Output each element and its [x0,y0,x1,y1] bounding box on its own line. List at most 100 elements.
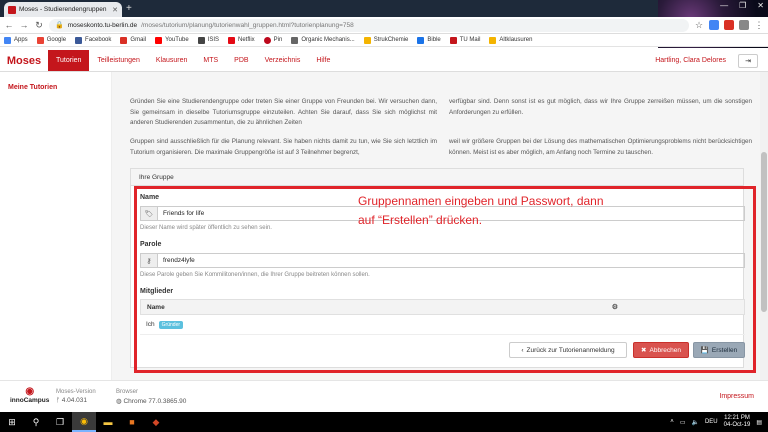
task-view-icon[interactable]: ❐ [48,412,72,432]
pinterest-icon [263,36,271,44]
bookmark-apps[interactable]: Apps [4,36,28,44]
extension-icon[interactable] [709,20,719,30]
browser-info: Browser ◍ Chrome 77.0.3865.90 [116,389,186,405]
youtube-icon [155,36,163,44]
sidebar-item-meine-tutorien[interactable]: Meine Tutorien [0,72,111,103]
netflix-icon [228,36,235,44]
bookmark-strukchemie[interactable]: StrukChemie [363,36,408,44]
sidebar: Meine Tutorien [0,72,112,380]
menu-kebab-icon[interactable]: ⋮ [754,20,764,31]
windows-taskbar: ⊞ ⚲ ❐ ◉ ▬ ■ ◆ ˄ ▭ 🔈 DEU 12:21 PM 04-Oct-… [0,412,768,432]
system-tray: ˄ ▭ 🔈 DEU 12:21 PM 04-Oct-19 ▤ [670,415,768,430]
annotation-text: Gruppennamen eingeben und Passwort, dann… [358,192,658,230]
tu-mail-icon [449,36,457,44]
extension-icon[interactable] [724,20,734,30]
apps-grid-icon [4,36,11,44]
intro-paragraph-2-left: Gruppen sind ausschließlich für die Plan… [130,138,437,156]
close-window-icon[interactable]: ✕ [757,1,764,10]
innocampus-logo-text: innoCampus [10,397,50,404]
bookmark-google[interactable]: Google [36,36,66,44]
facebook-icon [75,36,83,44]
panel-title: Ihre Gruppe [131,169,743,186]
footer: ◉ innoCampus Moses-Version ᚠ 4.04.031 Br… [0,380,768,412]
office-taskbar-icon[interactable]: ◆ [144,412,168,432]
clock-date: 04-Oct-19 [723,422,751,428]
clock[interactable]: 12:21 PM 04-Oct-19 [724,415,751,430]
bookmark-youtube[interactable]: YouTube [155,36,189,44]
new-tab-icon[interactable]: + [126,3,132,14]
nav-teilleistungen[interactable]: Teilleistungen [89,50,147,71]
chrome-taskbar-icon[interactable]: ◉ [72,412,96,432]
browser-label: Browser [116,389,139,395]
reload-icon[interactable]: ↻ [34,20,44,31]
maximize-icon[interactable]: ❐ [739,1,746,10]
notifications-icon[interactable]: ▤ [756,419,762,426]
browser-tab-strip: Moses - Studierendengruppen ✕ + — ❐ ✕ [0,0,768,48]
bookmark-pin[interactable]: Pin [263,36,282,44]
window-controls: — ❐ ✕ [720,1,764,10]
nav-klausuren[interactable]: Klausuren [148,50,196,71]
moses-favicon-icon [8,5,16,14]
globe-icon: ◍ [116,398,122,405]
clock-time: 12:21 PM [724,414,750,421]
language-indicator[interactable]: DEU [705,419,718,425]
bookmark-netflix[interactable]: Netflix [228,36,255,44]
url-path: /moses/tutorium/planung/tutorienwahl_gru… [141,21,354,29]
user-name-link[interactable]: Hartling, Clara Delores [655,50,738,71]
search-icon[interactable]: ⚲ [24,412,48,432]
network-icon[interactable]: ▭ [680,419,686,426]
profile-avatar-icon[interactable] [739,20,749,30]
bookmark-altklausuren[interactable]: Altklausuren [489,36,532,44]
lock-icon: 🔒 [55,22,64,29]
url-field[interactable]: 🔒 moseskonto.tu-berlin.de/moses/tutorium… [49,18,689,32]
tab-title: Moses - Studierendengruppen [19,6,107,13]
bookmark-bible[interactable]: Bible [417,36,441,44]
version-label: Moses-Version [56,389,96,395]
bookmarks-bar: Apps Google Facebook Gmail YouTube ISIS … [0,34,768,47]
intro-paragraph-1-left: Gründen Sie eine Studierendengruppe oder… [130,98,437,126]
bible-icon [417,36,425,44]
volume-icon[interactable]: 🔈 [691,419,698,426]
folder-icon [489,36,497,44]
impressum-link[interactable]: Impressum [719,393,754,400]
page-scrollbar[interactable] [760,72,768,380]
close-tab-icon[interactable]: ✕ [112,6,118,14]
browser-value: Chrome 77.0.3865.90 [123,398,187,405]
bookmark-organic[interactable]: Organic Mechanis... [291,36,355,44]
browser-tab[interactable]: Moses - Studierendengruppen ✕ [4,2,122,17]
nav-mts[interactable]: MTS [195,50,226,71]
bookmark-isis[interactable]: ISIS [197,36,219,44]
moses-navbar: Moses Tutorien Teilleistungen Klausuren … [0,50,768,72]
bookmark-gmail[interactable]: Gmail [120,36,146,44]
moses-version: Moses-Version ᚠ 4.04.031 [56,389,96,404]
folder-icon [363,36,371,44]
moses-logo[interactable]: Moses [0,50,48,71]
logout-icon[interactable]: ⇥ [738,54,758,68]
google-icon [36,36,44,44]
intro-paragraph-2-right: weil wir größere Gruppen bei der Lösung … [449,138,752,156]
bookmark-facebook[interactable]: Facebook [75,36,111,44]
isis-icon [197,36,205,44]
nav-hilfe[interactable]: Hilfe [308,50,338,71]
gmail-icon [120,36,128,44]
annotation-line-1: Gruppennamen eingeben und Passwort, dann [358,194,604,208]
nav-pdb[interactable]: PDB [226,50,256,71]
back-arrow-icon[interactable]: ← [4,20,14,30]
windows-start-icon[interactable]: ⊞ [0,412,24,432]
bookmark-star-icon[interactable]: ☆ [694,20,704,31]
annotation-line-2: auf “Erstellen” drücken. [358,213,483,227]
innocampus-logo: ◉ innoCampus [10,387,50,405]
bookmark-tumail[interactable]: TU Mail [449,36,480,44]
scrollbar-thumb[interactable] [761,152,767,312]
page-icon [291,36,299,44]
intro-paragraph-1-right: verfügbar sind. Denn sonst ist es gut mö… [449,98,752,116]
minimize-icon[interactable]: — [720,1,728,10]
app-taskbar-icon[interactable]: ■ [120,412,144,432]
nav-tutorien[interactable]: Tutorien [48,50,90,71]
nav-verzeichnis[interactable]: Verzeichnis [257,50,309,71]
git-branch-icon: ᚠ [56,397,60,404]
forward-arrow-icon[interactable]: → [19,20,29,30]
address-bar: ← → ↻ 🔒 moseskonto.tu-berlin.de/moses/tu… [0,17,768,34]
chevron-up-icon[interactable]: ˄ [670,419,674,425]
file-explorer-icon[interactable]: ▬ [96,412,120,432]
